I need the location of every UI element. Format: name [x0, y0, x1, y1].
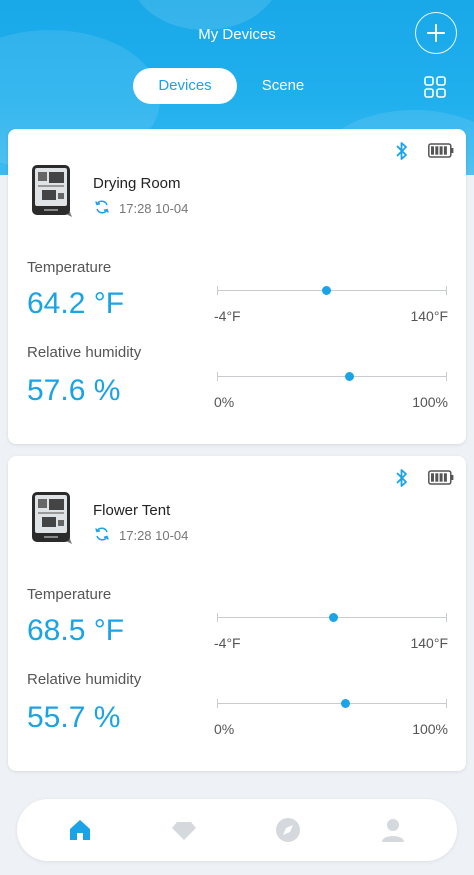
- bluetooth-icon: [396, 142, 407, 160]
- temperature-label: Temperature: [27, 586, 112, 603]
- page-title: My Devices: [198, 26, 276, 43]
- device-name: Drying Room: [93, 175, 181, 192]
- thermometer-device-image: [32, 165, 72, 217]
- temperature-value: 64.2 °F: [27, 287, 125, 320]
- thermometer-device-image: [32, 492, 72, 544]
- temperature-max-label: 140°F: [410, 308, 448, 324]
- compass-icon[interactable]: [274, 816, 302, 844]
- humidity-label: Relative humidity: [27, 344, 142, 361]
- tab-devices[interactable]: Devices: [133, 68, 237, 104]
- last-sync-time: 17:28 10-04: [119, 528, 189, 543]
- temperature-min-label: -4°F: [214, 635, 241, 651]
- battery-icon: [428, 143, 454, 158]
- humidity-value: 57.6 %: [27, 374, 121, 407]
- temperature-gauge: [217, 284, 447, 298]
- bottom-nav: [17, 799, 457, 861]
- humidity-value: 55.7 %: [27, 701, 121, 734]
- temperature-min-label: -4°F: [214, 308, 241, 324]
- temperature-gauge-marker: [321, 286, 331, 295]
- humidity-max-label: 100%: [412, 721, 448, 737]
- temperature-gauge: [217, 611, 447, 625]
- device-card[interactable]: Flower Tent 17:28 10-04 Temperature 68.5…: [8, 456, 466, 771]
- humidity-label: Relative humidity: [27, 671, 142, 688]
- humidity-gauge: [217, 697, 447, 711]
- diamond-icon[interactable]: [170, 816, 198, 844]
- device-name: Flower Tent: [93, 502, 171, 519]
- add-device-button[interactable]: [415, 12, 457, 54]
- sync-icon[interactable]: [94, 526, 110, 542]
- humidity-min-label: 0%: [214, 721, 235, 737]
- humidity-min-label: 0%: [214, 394, 235, 410]
- humidity-gauge: [217, 370, 447, 384]
- humidity-max-label: 100%: [412, 394, 448, 410]
- temperature-max-label: 140°F: [410, 635, 448, 651]
- last-sync-time: 17:28 10-04: [119, 201, 189, 216]
- temperature-gauge-marker: [328, 613, 338, 622]
- humidity-gauge-marker: [345, 372, 355, 381]
- temperature-value: 68.5 °F: [27, 614, 125, 647]
- device-card[interactable]: Drying Room 17:28 10-04 Temperature 64.2…: [8, 129, 466, 444]
- humidity-gauge-marker: [341, 699, 351, 708]
- battery-icon: [428, 470, 454, 485]
- sync-icon[interactable]: [94, 199, 110, 215]
- tab-scene[interactable]: Scene: [243, 68, 323, 104]
- user-icon[interactable]: [379, 816, 407, 844]
- grid-icon[interactable]: [424, 76, 446, 98]
- home-icon[interactable]: [66, 816, 94, 844]
- plus-icon: [427, 24, 445, 42]
- bluetooth-icon: [396, 469, 407, 487]
- temperature-label: Temperature: [27, 259, 112, 276]
